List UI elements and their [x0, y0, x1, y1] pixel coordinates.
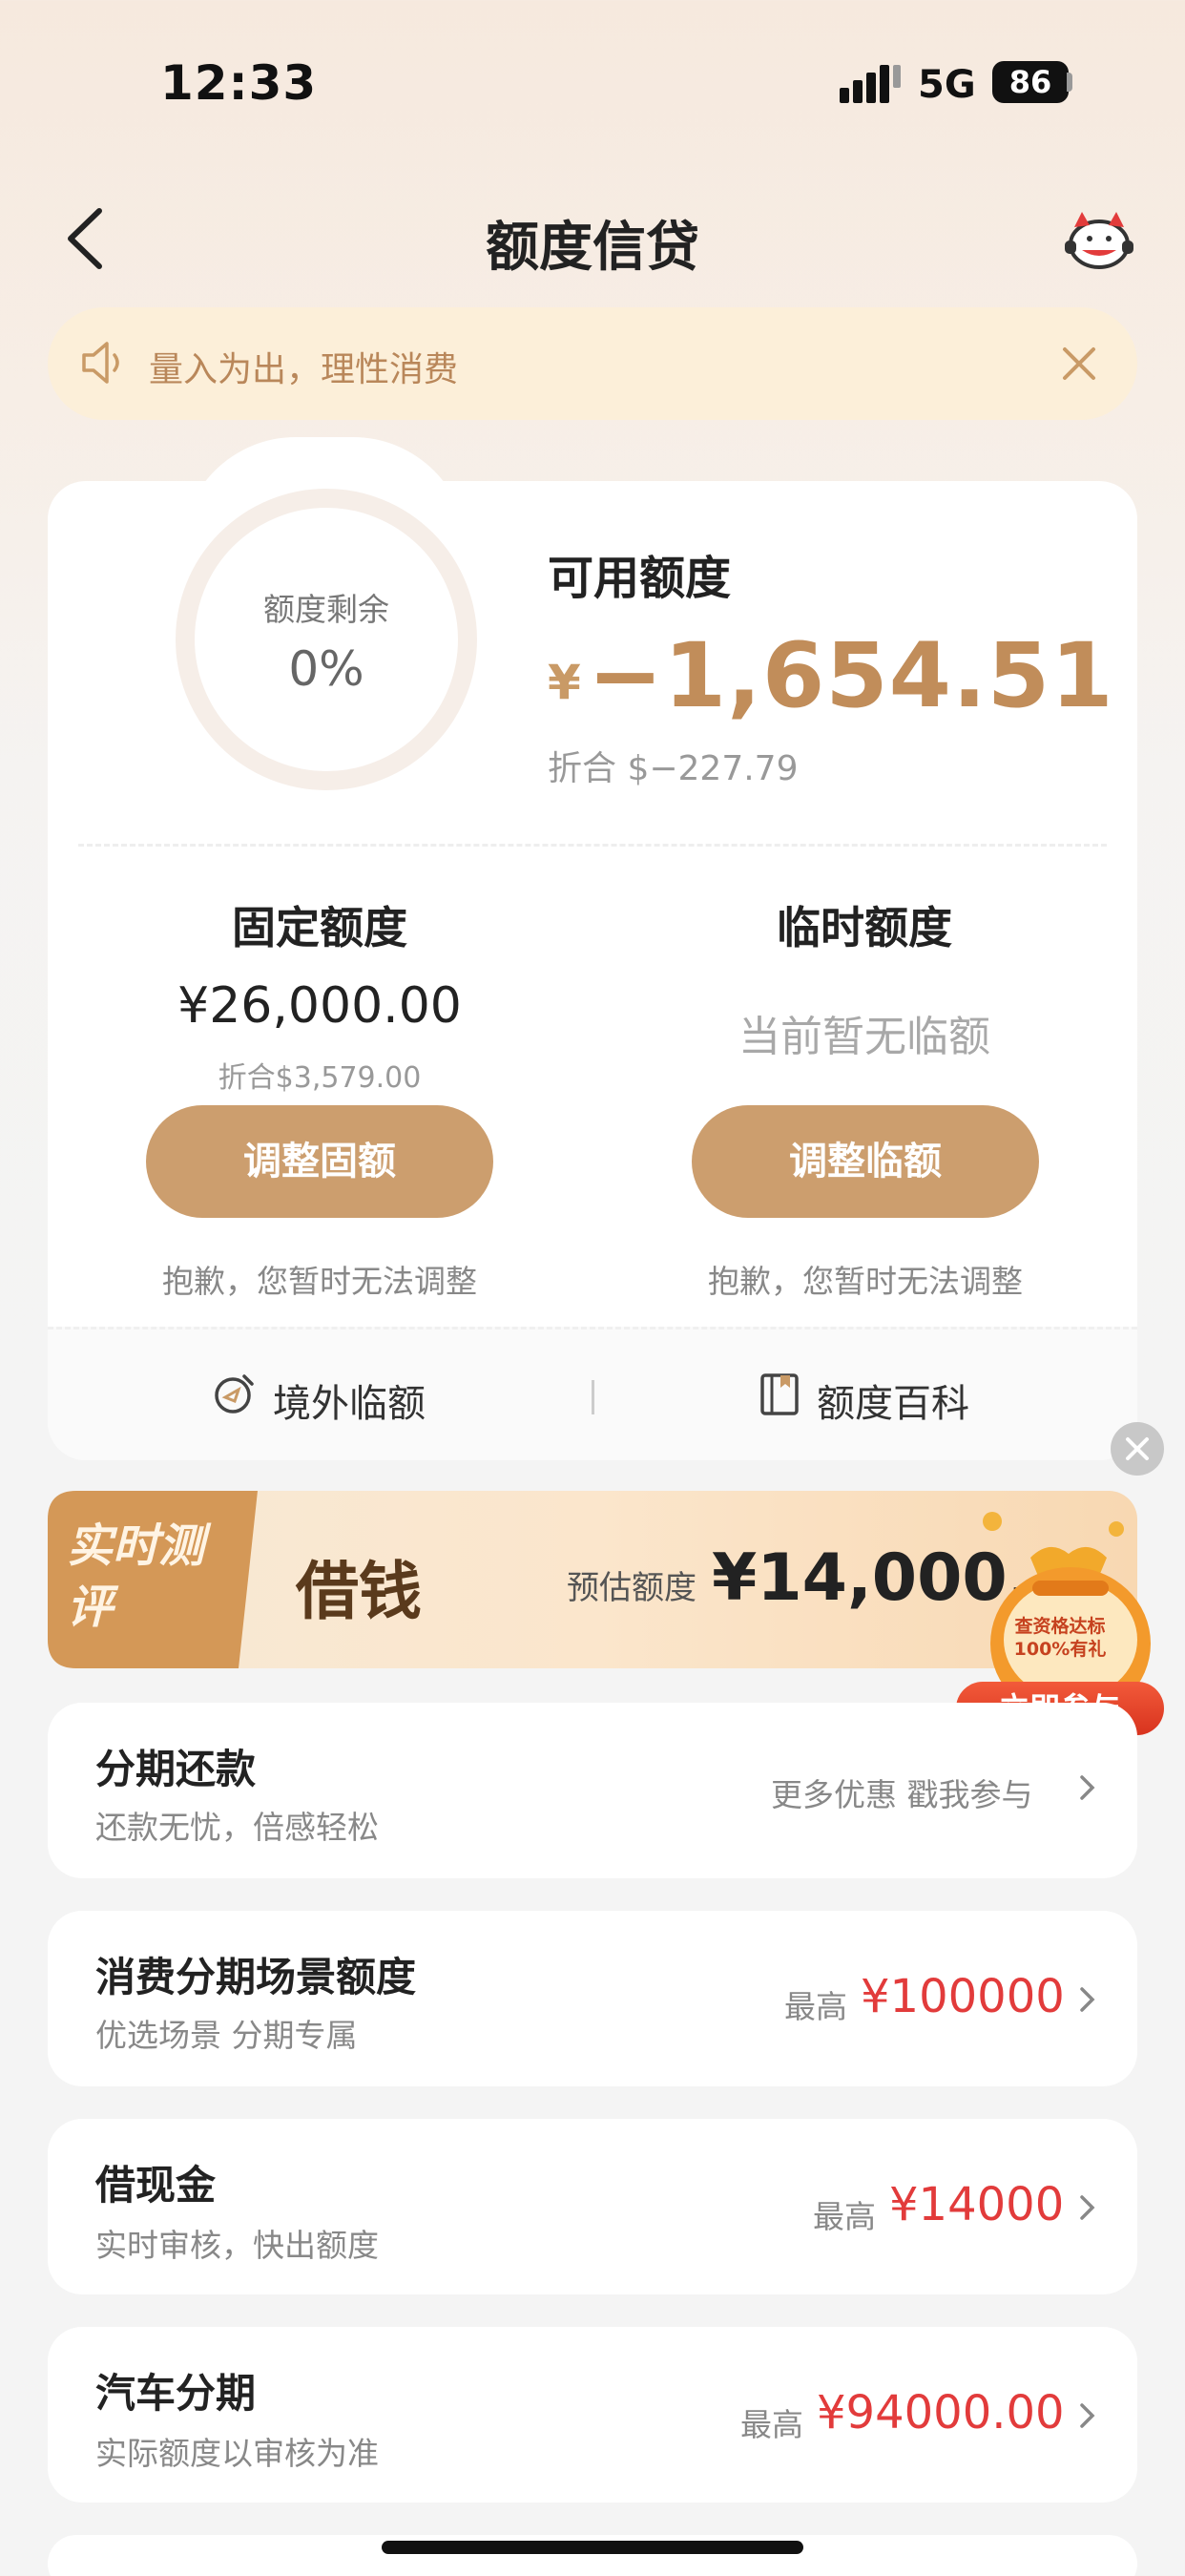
network-label: 5G	[918, 63, 976, 107]
status-time: 12:33	[160, 55, 318, 111]
list-item-subtitle: 实时审核，快出额度	[95, 2227, 379, 2264]
list-item-right-amount: ¥94000.00	[817, 2386, 1065, 2440]
temp-quota-status: 当前暂无临额	[738, 1013, 990, 1061]
fixed-quota-converted: 折合$3,579.00	[218, 1061, 422, 1095]
battery-icon: 86	[992, 61, 1069, 103]
list-item-subtitle: 优选场景 分期专属	[95, 2017, 358, 2054]
adjust-temp-button[interactable]: 调整临额	[692, 1105, 1039, 1218]
available-currency: ¥	[548, 655, 581, 710]
list-item-right-label: 最高	[784, 1988, 847, 2025]
signal-icon	[840, 65, 901, 103]
divider	[78, 844, 1107, 847]
globe-plane-icon	[212, 1372, 256, 1416]
chevron-right-icon	[1072, 2193, 1101, 2222]
available-amount: −1,654.51	[588, 624, 1114, 728]
list-item-title: 消费分期场景额度	[95, 1954, 417, 2000]
list-item-right-amount: ¥14000	[889, 2178, 1065, 2231]
ring-percent: 0%	[288, 641, 364, 697]
fixed-note: 抱歉，您暂时无法调整	[162, 1263, 477, 1300]
close-icon[interactable]	[1059, 344, 1099, 384]
speaker-icon	[78, 340, 128, 386]
battery-tip	[1067, 73, 1072, 92]
list-item-right-label: 更多优惠 戳我参与	[771, 1776, 1033, 1813]
list-item-subtitle: 还款无忧，倍感轻松	[95, 1809, 379, 1846]
banner-estimate-label: 预估额度	[567, 1569, 696, 1607]
quota-ring	[176, 489, 477, 790]
temp-note: 抱歉，您暂时无法调整	[708, 1263, 1023, 1300]
list-item-subtitle: 实际额度以审核为准	[95, 2435, 379, 2472]
list-item-title: 借现金	[95, 2162, 217, 2209]
list-item-right-label: 最高	[813, 2198, 876, 2235]
available-label: 可用额度	[548, 552, 732, 605]
mascot-icon[interactable]	[1061, 202, 1137, 279]
list-item-right-label: 最高	[740, 2406, 803, 2443]
available-converted: 折合 $−227.79	[548, 749, 799, 788]
quota-wiki-link[interactable]: 额度百科	[817, 1372, 969, 1428]
notice-text: 量入为出，理性消费	[149, 350, 459, 389]
chevron-right-icon	[1072, 2401, 1101, 2430]
home-indicator	[382, 2541, 803, 2554]
bag-text: 查资格达标100%有礼	[1013, 1616, 1107, 1660]
chevron-right-icon	[1072, 1985, 1101, 2014]
float-close-icon[interactable]	[1111, 1422, 1164, 1476]
fixed-quota-amount: ¥26,000.00	[177, 977, 462, 1035]
list-item-right-amount: ¥100000	[861, 1970, 1065, 2023]
list-item-title: 分期还款	[95, 1746, 257, 1792]
ring-label: 额度剩余	[263, 591, 389, 628]
banner-title: 借钱	[296, 1554, 422, 1628]
overseas-quota-link[interactable]: 境外临额	[273, 1372, 426, 1428]
links-divider	[592, 1380, 594, 1414]
page-title: 额度信贷	[486, 217, 699, 279]
adjust-fixed-button[interactable]: 调整固额	[146, 1105, 493, 1218]
fixed-quota-title: 固定额度	[232, 902, 407, 953]
chevron-right-icon	[1072, 1773, 1101, 1802]
book-icon	[759, 1372, 800, 1416]
temp-quota-title: 临时额度	[777, 902, 952, 953]
banner-tag: 实时测评	[67, 1519, 205, 1634]
list-item-title: 汽车分期	[95, 2370, 257, 2417]
